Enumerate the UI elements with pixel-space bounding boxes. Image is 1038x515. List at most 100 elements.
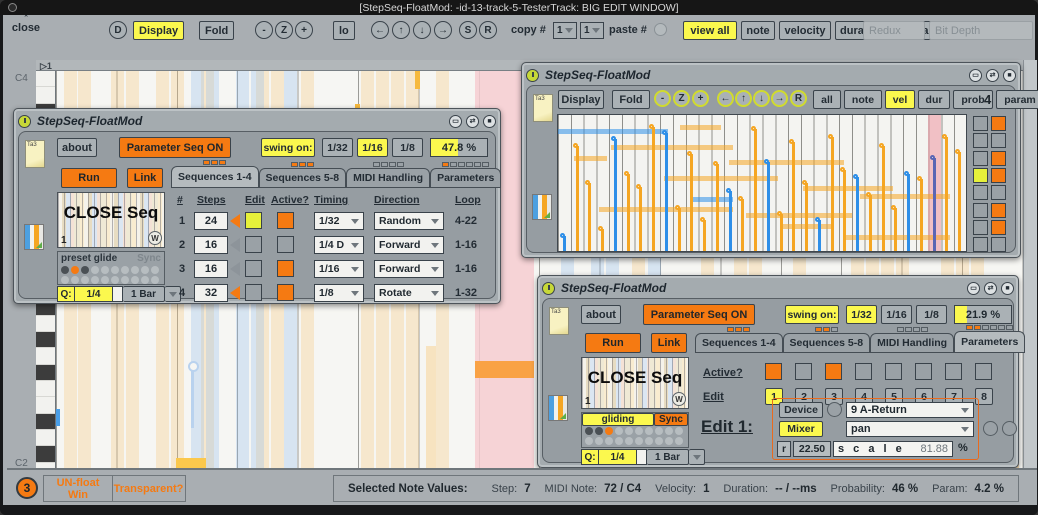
view-dur[interactable]: dur [918, 90, 950, 109]
preset-dot[interactable] [585, 437, 593, 445]
step-head[interactable] [866, 192, 871, 197]
preset-dot[interactable] [111, 276, 119, 284]
tab-midi-handling[interactable]: MIDI Handling [346, 162, 430, 188]
r-button[interactable]: R [790, 90, 807, 107]
preset-dot[interactable] [131, 276, 139, 284]
swing-amount-slider[interactable]: 21.9 % [954, 305, 1012, 324]
step-stem[interactable] [958, 152, 961, 251]
preset-dot[interactable] [81, 266, 89, 274]
preset-dot[interactable] [81, 276, 89, 284]
link-button[interactable]: Link [127, 168, 163, 188]
step-stem[interactable] [716, 164, 719, 251]
step-stem[interactable] [665, 133, 668, 251]
active-toggle[interactable] [277, 212, 294, 229]
preset-dot[interactable] [655, 437, 663, 445]
preset-dot[interactable] [665, 427, 673, 435]
step-head[interactable] [815, 217, 820, 222]
preset-dot[interactable] [141, 276, 149, 284]
seq-toggle-square[interactable] [973, 116, 988, 131]
step-head[interactable] [700, 217, 705, 222]
display-button[interactable]: Display [558, 90, 604, 109]
sync-icon[interactable]: ⇄ [466, 115, 479, 128]
timing-select[interactable]: 1/32 [314, 212, 364, 230]
piano-key-black[interactable] [36, 446, 55, 462]
step-stem[interactable] [652, 127, 655, 251]
seq-toggle-square[interactable] [973, 237, 988, 252]
view-note[interactable]: note [844, 90, 882, 109]
sticky-note-icon[interactable]: Ta3 [533, 94, 553, 122]
piano-key-black[interactable] [36, 365, 55, 381]
step-stem[interactable] [563, 236, 566, 251]
q-value[interactable]: 1/4 [75, 286, 113, 302]
rate-1-8[interactable]: 1/8 [916, 305, 947, 324]
arrow-up-icon[interactable]: ↑ [392, 21, 410, 39]
preset-dot[interactable] [91, 276, 99, 284]
preset-dot[interactable] [625, 437, 633, 445]
preset-dot[interactable] [71, 276, 79, 284]
active-square[interactable] [795, 363, 812, 380]
q-value[interactable]: 1/4 [599, 449, 637, 465]
active-square[interactable] [975, 363, 992, 380]
direction-select[interactable]: Rotate [374, 284, 444, 302]
swing-amount-slider[interactable]: 47.8 % [430, 138, 488, 157]
r-button[interactable]: r [777, 441, 791, 457]
timing-select[interactable]: 1/8 [314, 284, 364, 302]
param-seq-toggle[interactable]: Parameter Seq ON [643, 304, 755, 325]
step-head[interactable] [687, 151, 692, 156]
device-knob[interactable] [827, 402, 842, 417]
step-head[interactable] [853, 174, 858, 179]
seq-toggle-square[interactable] [973, 203, 988, 218]
param-seq-toggle[interactable]: Parameter Seq ON [119, 137, 231, 158]
preset-dot[interactable] [585, 427, 593, 435]
step-stem[interactable] [818, 220, 821, 251]
tab-sequences-5-8[interactable]: Sequences 5-8 [259, 162, 347, 188]
preset-dot[interactable] [141, 266, 149, 274]
sync-icon[interactable]: ⇄ [984, 282, 997, 295]
arrow-right-icon[interactable]: → [434, 21, 452, 39]
seq-toggle-square[interactable] [991, 168, 1006, 183]
step-head[interactable] [726, 188, 731, 193]
float-icon[interactable]: ▭ [967, 282, 980, 295]
piano-key-white[interactable] [36, 381, 55, 397]
step-head[interactable] [764, 159, 769, 164]
range-knob-1[interactable] [983, 421, 998, 436]
step-stem[interactable] [882, 146, 885, 251]
step-stem[interactable] [678, 208, 681, 251]
piano-key-white[interactable] [36, 430, 55, 446]
step-stem[interactable] [601, 229, 604, 251]
range-min[interactable]: 22.50 [793, 441, 831, 457]
step-stem[interactable] [805, 183, 808, 251]
bar-select[interactable]: 1 Bar [123, 286, 165, 302]
seq-close-display[interactable]: CLOSE Seq 1 W [581, 357, 689, 409]
step-stem[interactable] [614, 139, 617, 251]
step-stem[interactable] [843, 170, 846, 251]
step-stem[interactable] [907, 174, 910, 251]
seq-toggle-square[interactable] [991, 237, 1006, 252]
step-stem[interactable] [780, 214, 783, 251]
tab-sequences-5-8[interactable]: Sequences 5-8 [783, 327, 871, 353]
active-square[interactable] [885, 363, 902, 380]
active-square[interactable] [915, 363, 932, 380]
view-param[interactable]: param [996, 90, 1038, 109]
preset-dot[interactable] [645, 437, 653, 445]
active-toggle[interactable] [277, 236, 294, 253]
preset-thumbnail-icon[interactable] [24, 224, 44, 250]
power-icon[interactable] [542, 282, 555, 295]
zoom-in-button[interactable]: + [295, 21, 313, 39]
preset-dot[interactable] [121, 276, 129, 284]
seq-toggle-square[interactable] [973, 220, 988, 235]
timing-select[interactable]: 1/16 [314, 260, 364, 278]
mac-window-button[interactable] [8, 3, 17, 12]
step-head[interactable] [802, 180, 807, 185]
preset-dot[interactable] [61, 276, 69, 284]
floating-window-sequences[interactable]: StepSeq-FloatMod ▭⇄■ Ta3 about Parameter… [13, 108, 501, 304]
step-stem[interactable] [869, 195, 872, 251]
timing-select[interactable]: 1/4 D [314, 236, 364, 254]
save-icon[interactable]: ■ [1001, 282, 1014, 295]
seq-toggle-square[interactable] [973, 151, 988, 166]
arrow-down-icon[interactable]: ↓ [413, 21, 431, 39]
active-square[interactable] [855, 363, 872, 380]
step-head[interactable] [675, 205, 680, 210]
piano-key-white[interactable] [36, 397, 55, 413]
tab-button[interactable]: Sequences 1-4 [695, 333, 783, 353]
